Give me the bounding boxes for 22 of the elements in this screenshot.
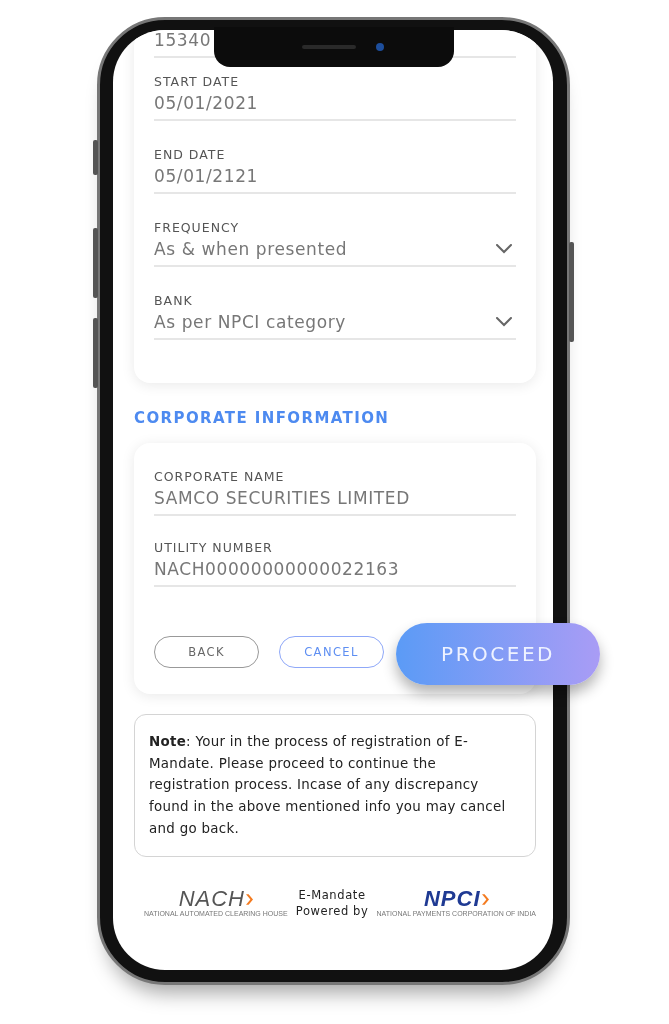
powered-by-text: Powered by <box>295 902 369 919</box>
chevron-down-icon <box>496 317 512 327</box>
input-field[interactable]: 05/01/2021 <box>154 93 516 121</box>
powered-by-text: E-Mandate <box>298 886 366 903</box>
chevron-down-icon <box>496 244 512 254</box>
dropdown-field[interactable]: As per NPCI category <box>154 312 516 340</box>
field-label: UTILITY NUMBER <box>154 540 273 555</box>
field-label: FREQUENCY <box>154 220 240 235</box>
section-heading: CORPORATE INFORMATION <box>134 409 390 427</box>
field-label: BANK <box>154 293 193 308</box>
note-text: Note: Your in the process of registration of E-Mandate. Please proceed to continue the registration process. Incase of any discrepancy found in the above mentioned info you may cancel and go back. <box>134 714 536 857</box>
back-button[interactable]: BACK <box>154 636 259 668</box>
field-label: END DATE <box>154 147 226 162</box>
cancel-button[interactable]: CANCEL <box>279 636 384 668</box>
input-field[interactable]: NACH00000000000022163 <box>154 559 516 587</box>
field-label: START DATE <box>154 74 240 89</box>
field-value: 15340 <box>154 30 212 50</box>
input-field[interactable]: 05/01/2121 <box>154 166 516 194</box>
input-field[interactable]: SAMCO SECURITIES LIMITED <box>154 488 516 516</box>
field-label: CORPORATE NAME <box>154 469 285 484</box>
proceed-button[interactable]: PROCEED <box>396 623 600 685</box>
dropdown-field[interactable]: As & when presented <box>154 239 516 267</box>
